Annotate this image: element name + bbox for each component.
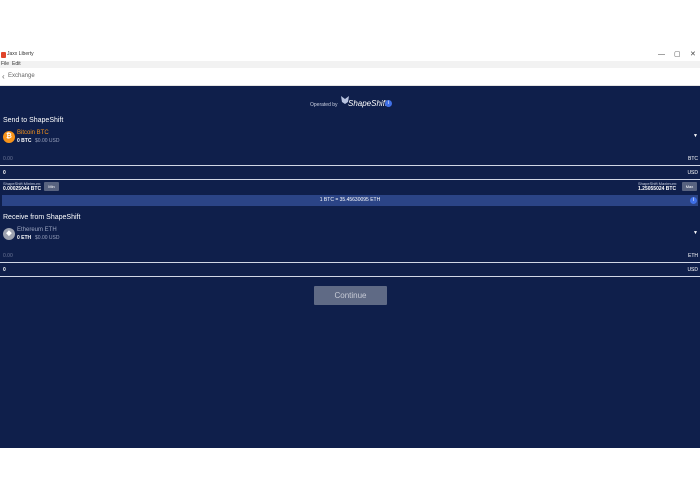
send-dropdown-icon: ▼ (693, 133, 698, 139)
send-usd-field[interactable]: 0 USD (0, 166, 700, 180)
shapeshift-info-icon[interactable]: i (385, 100, 392, 107)
receive-usd-unit: USD (687, 267, 698, 273)
send-coin-selector[interactable]: ₿ Bitcoin BTC 0 BTC $0.00 USD ▼ (0, 128, 700, 150)
max-button[interactable]: Max (682, 182, 697, 191)
receive-coin-selector[interactable]: ◆ Ethereum ETH 0 ETH $0.00 USD ▼ (0, 225, 700, 247)
send-usd-unit: USD (687, 170, 698, 176)
receive-amount-input[interactable]: 0.00 (3, 253, 13, 259)
close-button[interactable]: ✕ (690, 50, 696, 60)
nav-bar: ‹ Exchange (0, 68, 700, 86)
min-value: 0.00025044 BTC (3, 186, 42, 192)
send-coin-name: Bitcoin BTC (17, 130, 49, 136)
rate-info-icon[interactable]: i (690, 197, 697, 204)
back-arrow-icon[interactable]: ‹ (2, 72, 5, 81)
menu-bar: File Edit (0, 61, 700, 68)
exchange-rate-bar: 1 BTC = 35.45630095 ETH i (2, 195, 698, 206)
receive-coin-name: Ethereum ETH (17, 227, 57, 233)
send-coin-balance-usd: $0.00 USD (35, 138, 60, 144)
window-titlebar: Jaxx Liberty — ▢ ✕ (0, 50, 700, 61)
exchange-panel: Operated by ShapeShift i Send to ShapeSh… (0, 86, 700, 448)
maximize-button[interactable]: ▢ (674, 50, 681, 60)
receive-usd-field[interactable]: 0 USD (0, 263, 700, 277)
shapeshift-brand: ShapeShift (348, 99, 388, 108)
send-amount-field[interactable]: 0.00 BTC (0, 152, 700, 166)
menu-edit[interactable]: Edit (12, 61, 21, 68)
receive-amount-unit: ETH (688, 253, 698, 259)
receive-coin-balance: 0 ETH (17, 235, 32, 241)
min-button[interactable]: Min (44, 182, 59, 191)
send-usd-input[interactable]: 0 (3, 170, 6, 176)
window-title: Jaxx Liberty (7, 51, 34, 57)
send-amount-unit: BTC (688, 156, 698, 162)
continue-button[interactable]: Continue (314, 286, 387, 305)
menu-file[interactable]: File (1, 61, 9, 68)
receive-coin-balance-usd: $0.00 USD (35, 235, 60, 241)
ethereum-icon: ◆ (3, 228, 15, 240)
minimize-button[interactable]: — (658, 50, 665, 60)
receive-amount-field[interactable]: 0.00 ETH (0, 249, 700, 263)
send-coin-balance: 0 BTC (17, 138, 32, 144)
exchange-rate-text: 1 BTC = 35.45630095 ETH (319, 197, 381, 203)
bitcoin-icon: ₿ (3, 131, 15, 143)
max-value: 1.25055024 BTC (638, 186, 677, 192)
receive-usd-input[interactable]: 0 (3, 267, 6, 273)
page-title: Exchange (8, 73, 35, 79)
operated-by-label: Operated by (310, 102, 338, 108)
app-logo-icon (1, 52, 6, 58)
send-heading: Send to ShapeShift (3, 117, 64, 124)
receive-heading: Receive from ShapeShift (3, 214, 81, 221)
send-amount-input[interactable]: 0.00 (3, 156, 13, 162)
receive-dropdown-icon: ▼ (693, 230, 698, 236)
